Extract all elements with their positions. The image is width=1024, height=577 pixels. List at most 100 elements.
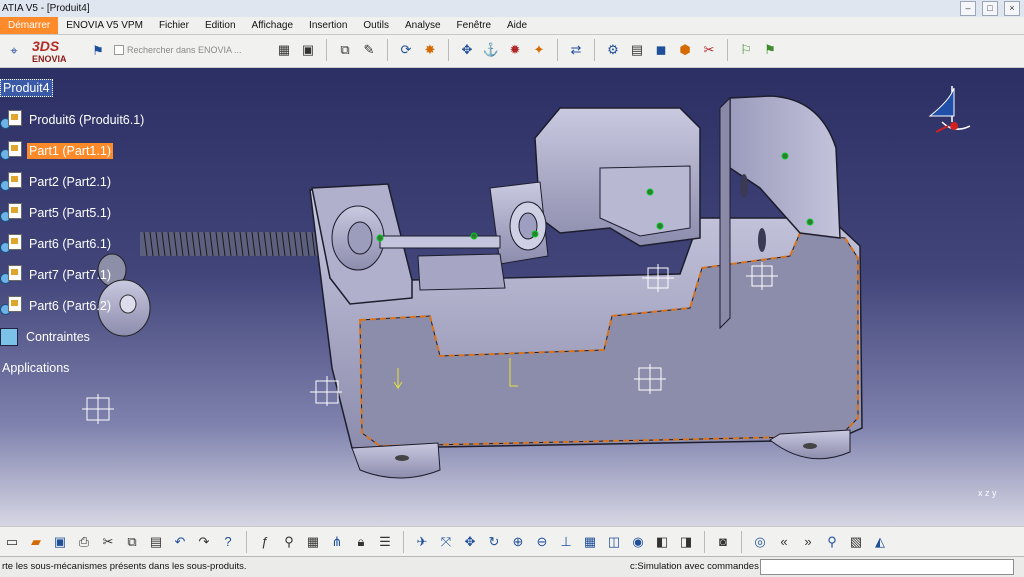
separator — [594, 39, 595, 61]
flip-icon[interactable]: ⇄ — [566, 40, 586, 60]
tree-item[interactable]: Produit6 (Produit6.1) — [0, 110, 146, 130]
title-bar: ATIA V5 - [Produit4] – □ × — [0, 0, 1024, 17]
layers-icon[interactable]: ▣ — [298, 40, 318, 60]
catalog-icon[interactable]: ☰ — [375, 532, 395, 552]
tree-constraints[interactable]: Contraintes — [0, 327, 92, 347]
left-support[interactable] — [311, 183, 506, 305]
menu-enovia[interactable]: ENOVIA V5 VPM — [58, 17, 151, 34]
shading-icon[interactable]: ◉ — [628, 532, 648, 552]
search-enovia-icon[interactable]: ⚑ — [88, 41, 108, 61]
tools-icon[interactable]: ✂ — [699, 40, 719, 60]
triad-z: z — [985, 488, 990, 498]
3d-viewport[interactable]: Produit4 Produit6 (Produit6.1) Part1 (Pa… — [0, 68, 1024, 526]
lock-icon[interactable]: 🔒︎ — [351, 532, 371, 552]
bookmark-alt-icon[interactable]: ⚑ — [760, 40, 780, 60]
multi-view-icon[interactable]: ▦ — [580, 532, 600, 552]
search-checkbox[interactable] — [114, 45, 124, 55]
rotate-icon[interactable]: ↻ — [484, 532, 504, 552]
menu-fenetre[interactable]: Fenêtre — [449, 17, 499, 34]
fit-all-icon[interactable]: ⤧ — [436, 532, 456, 552]
target-icon[interactable]: ◎ — [750, 532, 770, 552]
tree-root-label: Produit4 — [0, 79, 53, 97]
tree-item[interactable]: Part6 (Part6.1) — [0, 234, 113, 254]
close-button[interactable]: × — [1004, 1, 1020, 16]
tree-item-label: Part7 (Part7.1) — [29, 268, 111, 282]
save-icon[interactable]: ▣ — [50, 532, 70, 552]
help-icon[interactable]: ? — [218, 532, 238, 552]
compass-icon[interactable] — [922, 82, 974, 146]
table-icon[interactable]: ▤ — [627, 40, 647, 60]
menu-aide[interactable]: Aide — [499, 17, 535, 34]
status-bar: rte les sous-mécanismes présents dans le… — [0, 556, 1024, 577]
tree-icon[interactable]: ⋔ — [327, 532, 347, 552]
tree-item[interactable]: Part2 (Part2.1) — [0, 172, 113, 192]
zoom-in-icon[interactable]: ⊕ — [508, 532, 528, 552]
explode-icon[interactable]: ✹ — [505, 40, 525, 60]
gear-constraint-icon[interactable]: ⚙ — [603, 40, 623, 60]
tree-item-label: Part2 (Part2.1) — [29, 175, 111, 189]
movable-jaw[interactable] — [489, 107, 701, 265]
rewind-icon[interactable]: « — [774, 532, 794, 552]
swap-space-icon[interactable]: ◨ — [676, 532, 696, 552]
rotate-part-icon[interactable]: ⟳ — [396, 40, 416, 60]
clash-icon[interactable]: ⬢ — [675, 40, 695, 60]
new-icon[interactable]: ▭ — [2, 532, 22, 552]
cube-icon[interactable]: ◼ — [651, 40, 671, 60]
menu-demarrer[interactable]: Démarrer — [0, 17, 59, 34]
status-message: rte les sous-mécanismes présents dans le… — [2, 561, 247, 572]
maximize-button[interactable]: □ — [982, 1, 998, 16]
tree-item[interactable]: Part5 (Part5.1) — [0, 203, 113, 223]
menu-analyse[interactable]: Analyse — [397, 17, 449, 34]
forward-icon[interactable]: » — [798, 532, 818, 552]
open-icon[interactable]: ▰ — [26, 532, 46, 552]
undo-icon[interactable]: ↶ — [170, 532, 190, 552]
tree-item[interactable]: Part7 (Part7.1) — [0, 265, 113, 285]
bookmark-icon[interactable]: ⚐ — [736, 40, 756, 60]
tree-item[interactable]: Part6 (Part6.2) — [0, 296, 113, 316]
zoom-out-icon[interactable]: ⊖ — [532, 532, 552, 552]
menu-edition[interactable]: Edition — [197, 17, 244, 34]
knowledge-icon[interactable]: ⚲ — [279, 532, 299, 552]
redo-icon[interactable]: ↷ — [194, 532, 214, 552]
product-update-icon[interactable]: ✸ — [420, 40, 440, 60]
command-input[interactable] — [760, 559, 1014, 575]
part-icon — [0, 172, 22, 192]
search-icon[interactable]: ⚲ — [822, 532, 842, 552]
paste-icon[interactable]: ▤ — [146, 532, 166, 552]
manipulation-icon[interactable]: ✥ — [457, 40, 477, 60]
enovia-search[interactable]: Rechercher dans ENOVIA ... — [114, 45, 242, 55]
copy-icon[interactable]: ⧉ — [122, 532, 142, 552]
tree-item-selected[interactable]: Part1 (Part1.1) — [0, 141, 113, 161]
image-icon[interactable]: ▧ — [846, 532, 866, 552]
render-icon[interactable]: ◭ — [870, 532, 890, 552]
table-icon[interactable]: ▦ — [303, 532, 323, 552]
vise-assembly-model[interactable] — [0, 68, 1024, 526]
disk-icon[interactable]: ▦ — [274, 40, 294, 60]
tree-root[interactable]: Produit4 — [0, 78, 53, 98]
menu-outils[interactable]: Outils — [355, 17, 397, 34]
iso-view-icon[interactable]: ◫ — [604, 532, 624, 552]
print-icon[interactable]: ⎙ — [74, 532, 94, 552]
cut-icon[interactable]: ✂ — [98, 532, 118, 552]
formula-icon[interactable]: ƒ — [255, 532, 275, 552]
separator — [326, 39, 327, 61]
pan-icon[interactable]: ✥ — [460, 532, 480, 552]
tree-constraints-label: Contraintes — [26, 330, 90, 344]
menu-insertion[interactable]: Insertion — [301, 17, 355, 34]
menu-bar: Démarrer ENOVIA V5 VPM Fichier Edition A… — [0, 17, 1024, 35]
pin-icon[interactable]: ✎ — [359, 40, 379, 60]
threaded-screw[interactable] — [140, 231, 340, 257]
hide-show-icon[interactable]: ◧ — [652, 532, 672, 552]
tree-applications[interactable]: Applications — [0, 358, 71, 378]
minimize-button[interactable]: – — [960, 1, 976, 16]
tree-applications-label: Applications — [2, 361, 70, 375]
normal-view-icon[interactable]: ⊥ — [556, 532, 576, 552]
snap-icon[interactable]: ✦ — [529, 40, 549, 60]
filter-icon[interactable]: ⧉ — [335, 40, 355, 60]
menu-fichier[interactable]: Fichier — [151, 17, 197, 34]
camera-icon[interactable]: ◙ — [713, 532, 733, 552]
cursor-icon[interactable]: ⌖ — [4, 41, 24, 61]
anchor-icon[interactable]: ⚓ — [481, 40, 501, 60]
menu-affichage[interactable]: Affichage — [244, 17, 302, 34]
fly-mode-icon[interactable]: ✈︎ — [412, 532, 432, 552]
